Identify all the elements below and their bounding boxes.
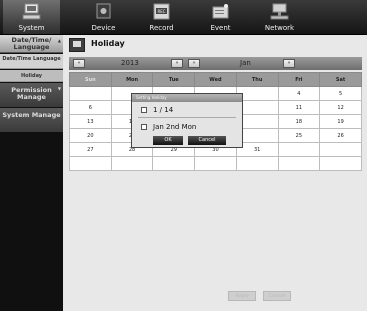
holiday-option-date[interactable]: 1 / 14	[136, 105, 238, 116]
month-label: Jan	[240, 59, 251, 67]
apply-button[interactable]: Apply	[228, 291, 256, 301]
menu-date-time-language-label: Date/Time/ Language	[11, 36, 52, 51]
expand-caret-icon: ▲	[57, 38, 61, 43]
tab-device[interactable]: Device	[75, 0, 132, 34]
weekday-header: Tue	[152, 72, 196, 87]
device-icon	[96, 3, 111, 19]
tab-system[interactable]: System	[3, 0, 60, 34]
ok-button[interactable]: OK	[153, 136, 183, 145]
holiday-option-weekday[interactable]: Jan 2nd Mon	[136, 122, 238, 133]
menu-date-time-language[interactable]: Date/Time/ Language ▲	[0, 35, 63, 53]
cancel-button[interactable]: Cancel	[263, 291, 291, 301]
weekday-header: Mon	[110, 72, 154, 87]
calendar-day-cell[interactable]	[319, 142, 362, 157]
dialog-cancel-button[interactable]: Cancel	[188, 136, 226, 145]
calendar-day-cell[interactable]: 19	[319, 114, 362, 129]
year-month-bar: « 2013 » « Jan »	[69, 57, 362, 70]
holiday-option-label: Jan 2nd Mon	[153, 123, 197, 131]
top-nav: System Device REC Record Event Network	[0, 0, 367, 35]
calendar-day-cell[interactable]: 6	[69, 100, 112, 115]
dialog-title: Setting Holiday	[132, 94, 242, 102]
calendar-day-cell[interactable]: 27	[69, 142, 112, 157]
prev-year-button[interactable]: «	[73, 59, 85, 68]
calendar-day-cell[interactable]: 5	[319, 86, 362, 101]
holiday-icon	[69, 38, 85, 52]
menu-permission-manage-label: Permission Manage	[11, 86, 52, 101]
tab-event[interactable]: Event	[192, 0, 249, 34]
tab-network-label: Network	[264, 24, 295, 32]
checkbox[interactable]	[141, 107, 147, 113]
calendar-day-cell[interactable]	[69, 156, 112, 171]
divider	[138, 117, 236, 118]
calendar-day-cell[interactable]: 13	[69, 114, 112, 129]
year-label: 2013	[121, 59, 139, 67]
settings-window: System Device REC Record Event Network D…	[0, 0, 367, 311]
left-menu: Date/Time/ Language ▲ Date/Time Language…	[0, 35, 63, 311]
page-title-bar: Holiday	[67, 37, 364, 54]
calendar-day-cell[interactable]: 11	[277, 100, 321, 115]
menu-permission-manage[interactable]: Permission Manage ▼	[0, 83, 63, 107]
calendar-day-cell[interactable]	[152, 156, 196, 171]
calendar-week-row	[69, 156, 362, 171]
holiday-option-label: 1 / 14	[153, 106, 174, 114]
event-icon	[212, 4, 229, 19]
weekday-header: Sat	[319, 72, 362, 87]
record-icon: REC	[153, 3, 170, 20]
record-badge: REC	[157, 9, 165, 14]
calendar-day-cell[interactable]: 25	[277, 128, 321, 143]
next-month-button[interactable]: »	[283, 59, 295, 68]
setting-holiday-dialog: Setting Holiday 1 / 14 Jan 2nd Mon OK Ca…	[131, 93, 243, 148]
calendar-day-cell[interactable]: 4	[277, 86, 321, 101]
tab-record[interactable]: REC Record	[133, 0, 190, 34]
calendar-day-cell[interactable]	[277, 156, 321, 171]
tab-network[interactable]: Network	[251, 0, 308, 34]
submenu-date-time-language-label: Date/Time Language	[2, 56, 61, 62]
weekday-header: Sun	[69, 72, 112, 87]
prev-month-button[interactable]: «	[188, 59, 200, 68]
menu-system-manage-label: System Manage	[2, 111, 61, 119]
menu-system-manage[interactable]: System Manage	[0, 108, 63, 132]
calendar-day-cell[interactable]: 18	[277, 114, 321, 129]
network-icon	[270, 3, 289, 20]
tab-system-label: System	[18, 24, 45, 32]
weekday-header: Fri	[277, 72, 321, 87]
calendar-day-cell[interactable]	[69, 86, 112, 101]
calendar-day-cell[interactable]: 12	[319, 100, 362, 115]
checkbox[interactable]	[141, 124, 147, 130]
system-icon	[22, 3, 41, 20]
submenu-holiday-label: Holiday	[20, 73, 43, 79]
tab-record-label: Record	[149, 24, 174, 32]
calendar-day-cell[interactable]: 20	[69, 128, 112, 143]
submenu-date-time-language[interactable]: Date/Time Language	[0, 54, 63, 69]
expand-caret-icon: ▼	[57, 86, 61, 91]
holiday-panel: Holiday « 2013 » « Jan » Sun Mon Tue Wed…	[64, 35, 367, 311]
next-year-button[interactable]: »	[171, 59, 183, 68]
calendar-day-cell[interactable]	[194, 156, 237, 171]
weekday-header: Wed	[194, 72, 237, 87]
page-title: Holiday	[91, 39, 125, 48]
calendar-day-cell[interactable]	[110, 156, 154, 171]
weekday-header: Thu	[235, 72, 279, 87]
calendar-day-cell[interactable]	[319, 156, 362, 171]
calendar-day-cell[interactable]	[277, 142, 321, 157]
tab-device-label: Device	[91, 24, 116, 32]
calendar-day-cell[interactable]	[235, 156, 279, 171]
submenu-holiday[interactable]: Holiday	[0, 70, 63, 82]
tab-event-label: Event	[210, 24, 231, 32]
calendar-day-cell[interactable]: 26	[319, 128, 362, 143]
